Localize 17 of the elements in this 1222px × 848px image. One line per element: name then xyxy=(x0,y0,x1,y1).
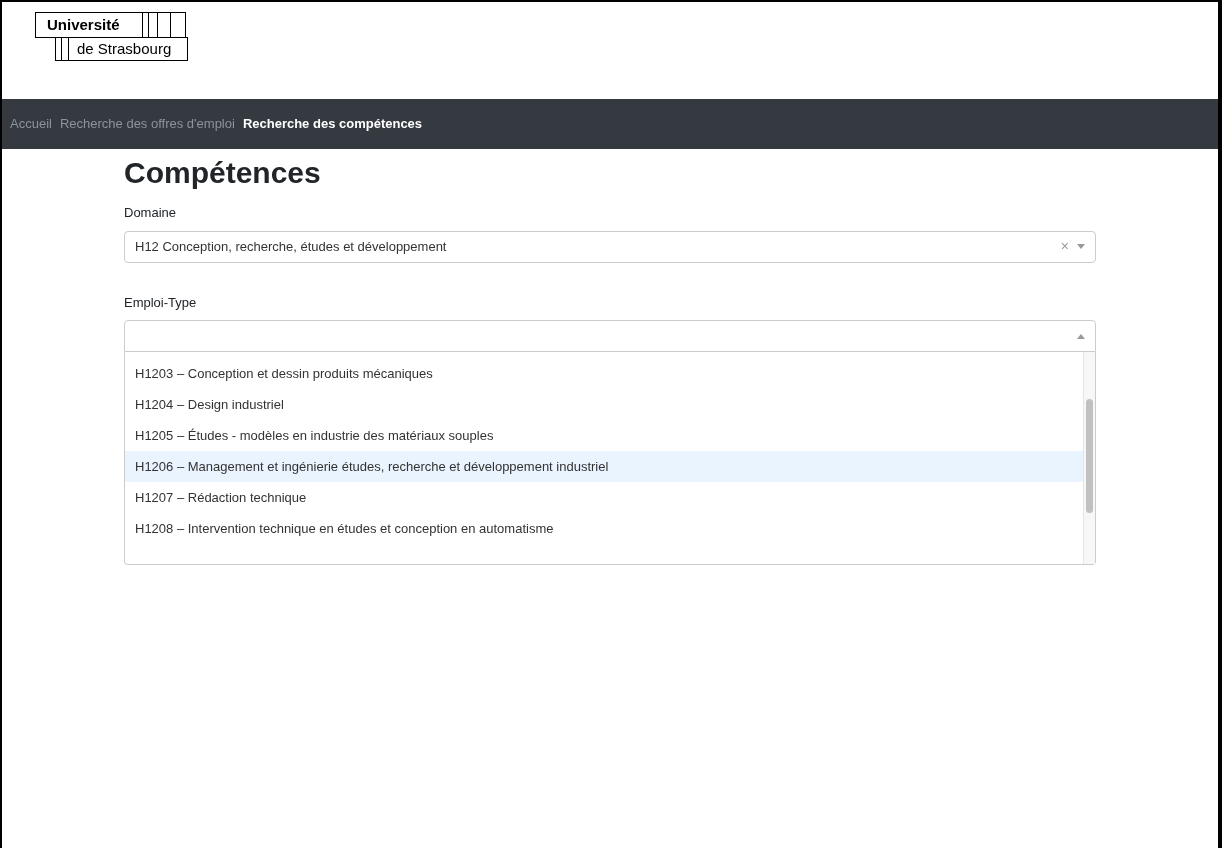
stripes-icon xyxy=(142,12,186,38)
select-value: H12 Conception, recherche, études et développement xyxy=(135,237,448,256)
page-heading: Compétences xyxy=(124,155,322,191)
field-label: Emploi-Type xyxy=(124,293,198,312)
nav-link[interactable]: Accueil xyxy=(10,114,52,134)
job-type-select[interactable] xyxy=(124,320,1096,352)
field-label: Domaine xyxy=(124,204,178,222)
logo-wordmark: de Strasbourg xyxy=(68,37,188,61)
caret-up-icon xyxy=(1077,333,1085,339)
nav-link[interactable]: Recherche des compétences xyxy=(242,114,423,134)
stripes-icon xyxy=(55,37,69,61)
caret-down-icon xyxy=(1077,244,1085,249)
logo-wordmark: Université xyxy=(35,12,143,38)
nav-link[interactable]: Recherche des offres d'emploi xyxy=(59,114,235,134)
scrollbar-thumb[interactable] xyxy=(1086,399,1093,513)
domain-select[interactable]: H12 Conception, recherche, études et développement × xyxy=(124,230,1096,263)
dropdown-option[interactable]: H1206 – Management et ingénierie études, recherche et développement industriel xyxy=(125,451,1083,482)
